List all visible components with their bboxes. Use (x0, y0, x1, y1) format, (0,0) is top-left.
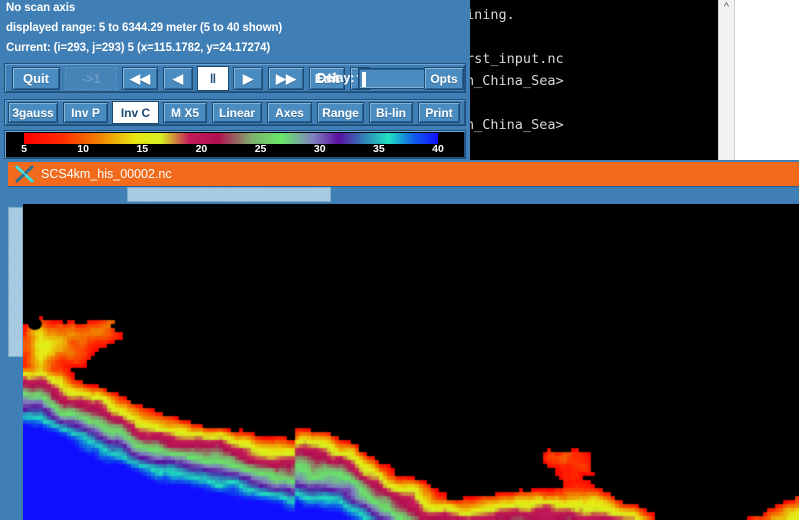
x-window-logo-icon (15, 165, 35, 183)
vertical-scrollbar-thumb[interactable] (8, 207, 23, 357)
scan-axis-label: No scan axis (6, 2, 75, 14)
vertical-scrollbar[interactable] (8, 201, 23, 520)
interp-bilinear-button[interactable]: Bi-lin (369, 102, 413, 123)
colorbar-tick-20: 20 (196, 143, 208, 155)
colormap-3gauss-button-label: 3gauss (12, 106, 53, 120)
colorbar-tick-5: 5 (21, 143, 27, 155)
ncview-control-panel: No scan axis displayed range: 5 to 6344.… (0, 0, 470, 163)
displayed-range-label: displayed range: 5 to 6344.29 meter (5 t… (6, 22, 282, 34)
text-caret-icon (362, 72, 366, 87)
invert-physical-button[interactable]: Inv P (63, 102, 108, 123)
invert-colormap-button-label: Inv C (121, 106, 150, 120)
colorbar-tick-40: 40 (432, 143, 444, 155)
rewind-fast-button-label: ◀◀ (130, 72, 150, 85)
horizontal-scrollbar-thumb[interactable] (127, 187, 331, 202)
forward-fast-button-label: ▶▶ (276, 72, 296, 85)
colorbar-tick-25: 25 (255, 143, 267, 155)
pause-button[interactable]: ‖ (198, 67, 228, 90)
horizontal-scrollbar[interactable] (8, 186, 799, 201)
colorbar-tick-30: 30 (314, 143, 326, 155)
screen-root: th 0 events remaining. n/ncview SCS4km_r… (0, 0, 799, 520)
step-back-button[interactable]: ◀ (163, 67, 193, 90)
magnify-x5-button[interactable]: M X5 (163, 102, 207, 123)
plot-window: SCS4km_his_00002.nc (0, 160, 799, 520)
frame-one-button-label: ->1 (81, 72, 100, 85)
scroll-up-icon[interactable]: ^ (719, 1, 734, 13)
quit-button-label: Quit (23, 72, 49, 85)
print-button-label: Print (425, 106, 452, 120)
quit-button[interactable]: Quit (12, 67, 60, 90)
forward-fast-button[interactable]: ▶▶ (268, 67, 304, 90)
plot-window-title: SCS4km_his_00002.nc (41, 167, 172, 181)
step-forward-button[interactable]: ▶ (233, 67, 263, 90)
plot-canvas-area[interactable] (23, 204, 799, 520)
axes-button-label: Axes (275, 106, 304, 120)
axes-button[interactable]: Axes (267, 102, 312, 123)
print-button[interactable]: Print (418, 102, 460, 123)
opts-button[interactable]: Opts (424, 67, 464, 90)
colorbar-tick-10: 10 (77, 143, 89, 155)
range-button-label: Range (322, 106, 359, 120)
colormap-3gauss-button[interactable]: 3gauss (8, 102, 58, 123)
step-back-button-label: ◀ (173, 72, 183, 85)
magnify-x5-button-label: M X5 (171, 106, 199, 120)
current-position-label: Current: (i=293, j=293) 5 (x=115.1782, y… (6, 42, 270, 54)
delay-label: Delay: (317, 68, 355, 88)
bathymetry-heatmap[interactable] (23, 204, 799, 520)
scale-linear-button[interactable]: Linear (212, 102, 262, 123)
rewind-fast-button[interactable]: ◀◀ (122, 67, 158, 90)
plot-window-titlebar[interactable]: SCS4km_his_00002.nc (8, 162, 799, 186)
invert-physical-button-label: Inv P (71, 106, 100, 120)
range-button[interactable]: Range (317, 102, 364, 123)
step-forward-button-label: ▶ (243, 72, 253, 85)
colorbar-tick-35: 35 (373, 143, 385, 155)
colorbar-tick-labels: 5 10 15 20 25 30 35 40 (0, 143, 470, 158)
frame-one-button: ->1 (65, 67, 117, 90)
scale-linear-button-label: Linear (219, 106, 255, 120)
invert-colormap-button[interactable]: Inv C (113, 102, 158, 123)
colorbar-tick-15: 15 (136, 143, 148, 155)
terminal-scrollbar[interactable]: ^ (718, 0, 735, 165)
pause-button-label: ‖ (210, 72, 216, 85)
delay-input[interactable] (358, 68, 431, 89)
interp-bilinear-button-label: Bi-lin (376, 106, 406, 120)
